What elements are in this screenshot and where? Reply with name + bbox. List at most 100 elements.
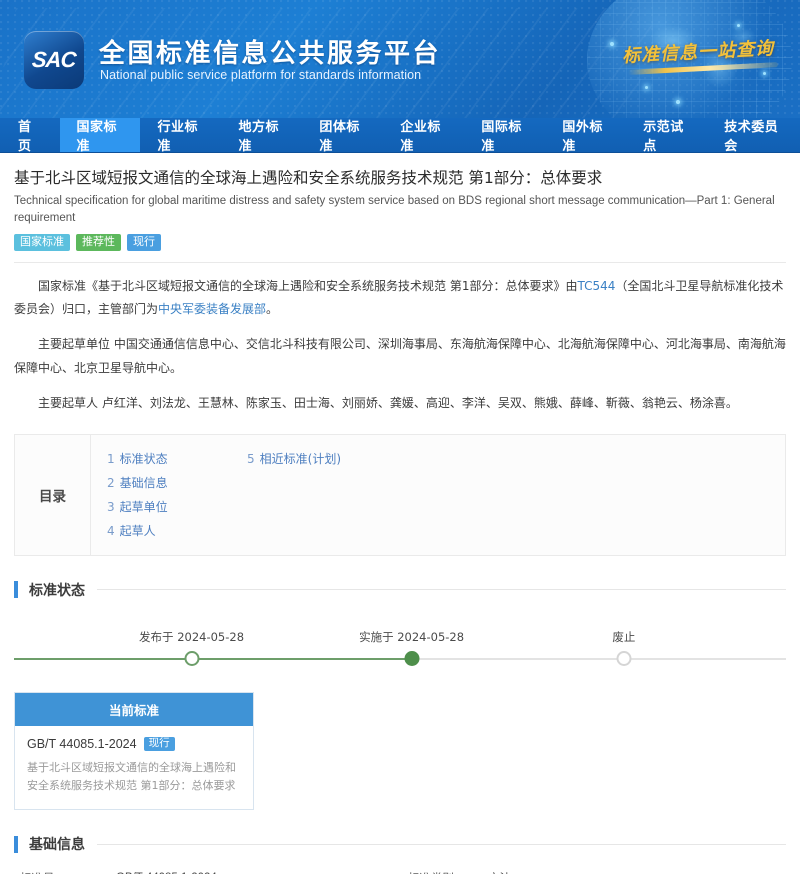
nav-label: 首页 [18, 116, 42, 154]
authority-link[interactable]: 中央军委装备发展部 [158, 302, 266, 316]
nav-item-foreign-standards[interactable]: 国外标准 [545, 118, 626, 152]
nav-label: 企业标准 [400, 116, 447, 154]
nav-label: 地方标准 [238, 116, 285, 154]
status-badge-nature: 推荐性 [76, 234, 121, 251]
site-subtitle: National public service platform for sta… [100, 68, 421, 82]
basic-info-column-right: 标准类别 方法 中国标准分类号 V04 国际标准分类号 47.020.70 归口… [400, 868, 786, 874]
nav-label: 示范试点 [643, 116, 690, 154]
current-standard-code-row: GB/T 44085.1-2024 现行 [27, 737, 241, 752]
standard-card-list: 当前标准 GB/T 44085.1-2024 现行 基于北斗区域短报文通信的全球… [14, 692, 786, 811]
toc-item-label: 起草人 [120, 524, 156, 538]
nav-item-national-standards[interactable]: 国家标准 [60, 118, 141, 152]
standard-status-timeline: 发布于 2024-05-28 实施于 2024-05-28 废止 [14, 622, 786, 678]
basic-info-column-left: 标准号 GB/T 44085.1-2024 发布日期 2024-05-28 实施… [14, 868, 400, 874]
status-badge-state: 现行 [127, 234, 161, 251]
toc-item-label: 起草单位 [120, 500, 168, 514]
badge-group: 国家标准 推荐性 现行 [14, 234, 786, 251]
nav-label: 国外标准 [562, 116, 609, 154]
timeline-dot-open [184, 651, 199, 666]
table-row: 标准类别 方法 [400, 868, 786, 874]
site-title: 全国标准信息公共服务平台 [99, 33, 441, 70]
paragraph-drafting-units: 主要起草单位 中国交通通信信息中心、交信北斗科技有限公司、深圳海事局、东海航海保… [14, 333, 786, 380]
nav-item-international-standards[interactable]: 国际标准 [464, 118, 545, 152]
nav-label: 国际标准 [481, 116, 528, 154]
timeline-caption: 实施于 2024-05-28 [359, 629, 464, 645]
toc-item-basic-info[interactable]: 2 基础信息 [107, 471, 247, 495]
toc-item-label: 标准状态 [120, 452, 168, 466]
table-of-contents: 目录 1标准状态 2基础信息 3起草单位 4起草人 5相近标准(计划) [14, 434, 786, 556]
nav-label: 技术委员会 [724, 116, 783, 154]
info-value: 方法 [488, 870, 511, 874]
toc-number: 5 [247, 452, 255, 466]
toc-number: 2 [107, 476, 115, 490]
section-accent-bar [14, 836, 18, 853]
toc-number: 3 [107, 500, 115, 514]
basic-info-table: 标准号 GB/T 44085.1-2024 发布日期 2024-05-28 实施… [14, 868, 786, 874]
drafting-units-label: 主要起草单位 [38, 337, 110, 351]
spark-dot [737, 24, 740, 27]
page-title: 基于北斗区域短报文通信的全球海上遇险和安全系统服务技术规范 第1部分：总体要求 [14, 167, 786, 190]
nav-item-industry-standards[interactable]: 行业标准 [140, 118, 221, 152]
section-accent-bar [14, 581, 18, 598]
drafters-value: 卢红洋、刘法龙、王慧林、陈家玉、田士海、刘丽娇、龚媛、高迎、李洋、吴双、熊娥、薛… [102, 396, 738, 410]
current-standard-card[interactable]: 当前标准 GB/T 44085.1-2024 现行 基于北斗区域短报文通信的全球… [14, 692, 254, 811]
timeline-node-implemented[interactable]: 实施于 2024-05-28 [404, 651, 419, 666]
current-standard-card-body: GB/T 44085.1-2024 现行 基于北斗区域短报文通信的全球海上遇险和… [15, 726, 253, 810]
timeline-caption: 废止 [612, 629, 635, 645]
info-key: 标准类别 [400, 870, 488, 874]
tc-link[interactable]: TC544 [577, 279, 615, 293]
spark-dot [763, 72, 766, 75]
section-rule [97, 589, 786, 590]
paragraph-overview: 国家标准《基于北斗区域短报文通信的全球海上遇险和安全系统服务技术规范 第1部分：… [14, 275, 786, 322]
nav-item-group-standards[interactable]: 团体标准 [302, 118, 383, 152]
nav-item-enterprise-standards[interactable]: 企业标准 [383, 118, 464, 152]
toc-item-label: 基础信息 [120, 476, 168, 490]
toc-item-label: 相近标准(计划) [260, 452, 341, 466]
toc-columns: 1 标准状态 2 基础信息 3 起草单位 4 起草人 5 相近标准(计划) [91, 435, 785, 555]
page-content: 基于北斗区域短报文通信的全球海上遇险和安全系统服务技术规范 第1部分：总体要求 … [0, 167, 800, 874]
drafters-label: 主要起草人 [38, 396, 98, 410]
current-standard-code: GB/T 44085.1-2024 [27, 737, 137, 751]
section-title: 基础信息 [29, 834, 85, 854]
toc-column-1: 1 标准状态 2 基础信息 3 起草单位 4 起草人 [107, 447, 247, 543]
toc-number: 1 [107, 452, 115, 466]
toc-number: 4 [107, 524, 115, 538]
spark-dot [610, 42, 614, 46]
timeline-dot-gray [616, 651, 631, 666]
nav-label: 团体标准 [319, 116, 366, 154]
nav-label: 行业标准 [157, 116, 204, 154]
section-header-basic-info: 基础信息 [14, 834, 786, 854]
timeline-node-abolished[interactable]: 废止 [616, 651, 631, 666]
toc-column-2: 5 相近标准(计划) [247, 447, 341, 543]
nav-item-technical-committee[interactable]: 技术委员会 [707, 118, 800, 152]
sac-logo-text: SAC [31, 47, 76, 73]
toc-item-related-standards[interactable]: 5 相近标准(计划) [247, 447, 341, 471]
divider [14, 262, 786, 263]
timeline-dot-filled [404, 651, 419, 666]
main-navigation: 首页 国家标准 行业标准 地方标准 团体标准 企业标准 国际标准 国外标准 示范… [0, 118, 800, 153]
paragraph-drafters: 主要起草人 卢红洋、刘法龙、王慧林、陈家玉、田士海、刘丽娇、龚媛、高迎、李洋、吴… [14, 392, 786, 415]
nav-item-home[interactable]: 首页 [0, 118, 60, 152]
toc-item-standard-status[interactable]: 1 标准状态 [107, 447, 247, 471]
sac-logo[interactable]: SAC [24, 31, 84, 89]
toc-item-drafters[interactable]: 4 起草人 [107, 519, 247, 543]
drafting-units-value: 中国交通通信信息中心、交信北斗科技有限公司、深圳海事局、东海航海保障中心、北海航… [14, 337, 786, 374]
site-banner: SAC 全国标准信息公共服务平台 National public service… [0, 0, 800, 118]
spark-dot [676, 100, 680, 104]
nav-item-demonstration-pilot[interactable]: 示范试点 [626, 118, 707, 152]
overview-text-end: 。 [266, 302, 278, 316]
overview-text-pre: 国家标准《基于北斗区域短报文通信的全球海上遇险和安全系统服务技术规范 第1部分：… [38, 279, 577, 293]
timeline-progress [14, 658, 412, 660]
page-subtitle-english: Technical specification for global marit… [14, 193, 786, 226]
timeline-node-published[interactable]: 发布于 2024-05-28 [184, 651, 199, 666]
section-title: 标准状态 [29, 580, 85, 600]
timeline-caption: 发布于 2024-05-28 [139, 629, 244, 645]
current-standard-card-header: 当前标准 [15, 693, 253, 726]
current-standard-state-badge: 现行 [144, 737, 175, 752]
toc-item-drafting-units[interactable]: 3 起草单位 [107, 495, 247, 519]
section-header-standard-status: 标准状态 [14, 580, 786, 600]
current-standard-description: 基于北斗区域短报文通信的全球海上遇险和安全系统服务技术规范 第1部分：总体要求 [27, 759, 241, 795]
nav-item-local-standards[interactable]: 地方标准 [221, 118, 302, 152]
info-key: 标准号 [14, 870, 116, 874]
table-row: 标准号 GB/T 44085.1-2024 [14, 868, 400, 874]
